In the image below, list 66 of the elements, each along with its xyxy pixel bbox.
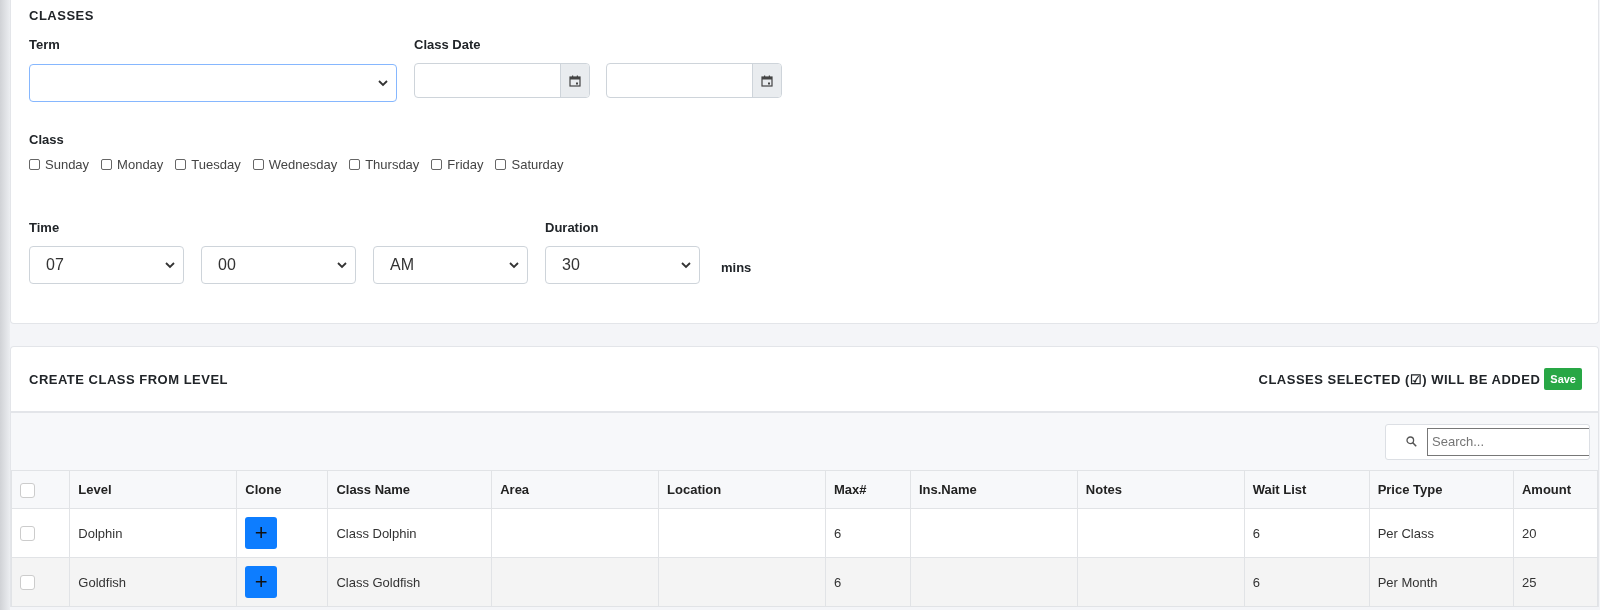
chevron-down-icon bbox=[378, 79, 388, 87]
column-header: Clone bbox=[236, 470, 328, 509]
day-checkbox[interactable] bbox=[175, 159, 187, 170]
checkbox-label: Saturday bbox=[511, 157, 564, 172]
table-cell: 6 bbox=[1244, 557, 1370, 607]
search-field[interactable]: Search... bbox=[1385, 423, 1590, 460]
table-cell: Goldfish bbox=[69, 557, 237, 607]
minute-select[interactable]: 00 bbox=[201, 246, 356, 284]
section-title: CLASSES bbox=[29, 8, 94, 23]
select-all-checkbox[interactable] bbox=[20, 482, 35, 498]
calendar-icon bbox=[569, 74, 581, 87]
chevron-down-icon bbox=[337, 261, 347, 269]
date-field[interactable] bbox=[414, 63, 590, 98]
checkbox-label: Sunday bbox=[45, 157, 90, 172]
field-label: Class bbox=[29, 132, 64, 147]
column-header: Notes bbox=[1077, 470, 1245, 509]
search-icon bbox=[1406, 436, 1417, 447]
table-cell: Per Month bbox=[1369, 557, 1514, 607]
duration-select[interactable]: 30 bbox=[545, 246, 700, 284]
field-label: Class Date bbox=[414, 37, 482, 52]
table-cell: 6 bbox=[825, 557, 911, 607]
checkbox-label: Tuesday bbox=[191, 157, 241, 172]
checkbox-label: Wednesday bbox=[268, 157, 338, 172]
field-label: Duration bbox=[545, 220, 600, 235]
table-cell: Class Dolphin bbox=[327, 508, 492, 558]
column-header: Ins.Name bbox=[910, 470, 1078, 509]
unit-label: mins bbox=[721, 260, 752, 275]
day-checkbox[interactable] bbox=[101, 159, 113, 170]
row-checkbox[interactable] bbox=[20, 575, 35, 591]
column-header: Max# bbox=[825, 470, 911, 509]
chevron-down-icon bbox=[509, 261, 519, 269]
table-cell: 6 bbox=[825, 508, 911, 558]
row-checkbox[interactable] bbox=[20, 526, 35, 542]
column-header: Location bbox=[658, 470, 826, 509]
column-header: Level bbox=[69, 470, 237, 509]
field-label: Term bbox=[29, 37, 61, 52]
clone-button[interactable]: + bbox=[245, 517, 278, 549]
checkbox-label: Monday bbox=[117, 157, 164, 172]
day-checkbox[interactable] bbox=[29, 159, 40, 170]
field-label: Time bbox=[29, 220, 61, 235]
day-checkbox[interactable] bbox=[252, 159, 264, 170]
day-checkbox[interactable] bbox=[431, 159, 443, 170]
calendar-icon bbox=[761, 74, 773, 87]
section-title: CREATE CLASS FROM LEVEL bbox=[29, 371, 229, 387]
selection-note: CLASSES SELECTED (☑) WILL BE ADDED bbox=[1258, 371, 1541, 387]
table-cell: 6 bbox=[1244, 508, 1370, 558]
table-cell: Class Goldfish bbox=[327, 557, 492, 607]
column-header: Amount bbox=[1513, 470, 1598, 509]
column-header: Class Name bbox=[327, 470, 492, 509]
chevron-down-icon bbox=[165, 261, 175, 269]
column-header: Wait List bbox=[1244, 470, 1370, 509]
table-cell: Dolphin bbox=[69, 508, 237, 558]
meridiem-select[interactable]: AM bbox=[373, 246, 528, 284]
day-checkbox[interactable] bbox=[349, 159, 361, 170]
checkbox-label: Thursday bbox=[365, 157, 420, 172]
table-cell: 20 bbox=[1513, 508, 1598, 558]
chevron-down-icon bbox=[681, 261, 691, 269]
clone-button[interactable]: + bbox=[245, 566, 278, 598]
column-header: Area bbox=[491, 470, 659, 509]
date-field[interactable] bbox=[606, 63, 782, 98]
day-checkbox[interactable] bbox=[495, 159, 507, 170]
hour-select[interactable]: 07 bbox=[29, 246, 184, 284]
checkbox-label: Friday bbox=[447, 157, 484, 172]
column-header: Price Type bbox=[1369, 470, 1514, 509]
table-cell: 25 bbox=[1513, 557, 1598, 607]
table-cell: Per Class bbox=[1369, 508, 1514, 558]
